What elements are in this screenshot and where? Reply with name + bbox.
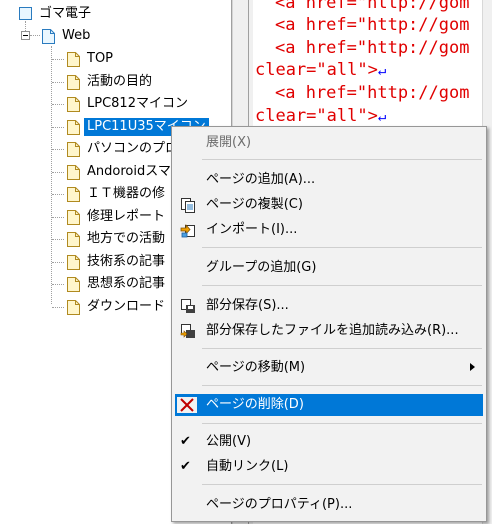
menu-separator	[202, 159, 482, 160]
menu-separator	[202, 285, 482, 286]
tree-folder-web[interactable]: Web	[42, 26, 93, 46]
page-icon	[67, 141, 80, 157]
tree-page-node[interactable]: LPC812マイコン	[67, 94, 191, 114]
page-icon	[67, 51, 80, 67]
tree-root-node[interactable]: ゴマ電子	[19, 4, 94, 24]
tree-line	[52, 262, 64, 263]
tree-page-label: 修理レポート	[87, 209, 166, 224]
folder-page-icon	[42, 28, 55, 44]
page-icon	[67, 164, 80, 180]
code-text: <a href="http://gom	[275, 83, 470, 103]
line-feed-icon: ↵	[377, 109, 387, 125]
code-line: clear="all">↵	[255, 59, 386, 82]
code-text: clear="all">	[255, 60, 378, 80]
tree-line	[52, 239, 64, 240]
menu-item-page-properties[interactable]: ページのプロパティ(P)...	[175, 494, 483, 516]
tree-page-label: 技術系の記事	[87, 254, 166, 269]
menu-item-publish[interactable]: ✔ 公開(V)	[175, 431, 483, 453]
tree-page-label: ダウンロード	[87, 299, 166, 314]
code-line: <a href="http://gom	[275, 82, 469, 104]
menu-item-move-page[interactable]: ページの移動(M)	[175, 357, 483, 379]
tree-line	[52, 104, 64, 105]
partial-load-icon	[180, 323, 196, 339]
project-icon	[19, 6, 32, 22]
tree-page-node[interactable]: 技術系の記事	[67, 252, 168, 272]
tree-line	[52, 59, 64, 60]
menu-item-auto-link[interactable]: ✔ 自動リンク(L)	[175, 456, 483, 478]
menu-item-expand[interactable]: 展開(X)	[175, 132, 483, 154]
duplicate-icon	[180, 197, 196, 213]
line-feed-icon: ↵	[377, 63, 387, 79]
code-line: <a href="http://gom	[275, 37, 469, 59]
tree-folder-label: Web	[62, 28, 91, 43]
page-icon	[67, 74, 80, 90]
check-icon: ✔	[180, 434, 191, 449]
import-icon	[180, 222, 196, 238]
tree-line	[52, 149, 64, 150]
page-icon	[67, 96, 80, 112]
tree-page-node[interactable]: ダウンロード	[67, 297, 168, 317]
menu-item-add-group[interactable]: グループの追加(G)	[175, 257, 483, 279]
page-icon	[67, 299, 80, 315]
menu-item-partial-save[interactable]: 部分保存(S)...	[175, 295, 483, 317]
code-text: <a href="http://gom	[275, 15, 470, 35]
tree-page-node[interactable]: 地方での活動	[67, 229, 168, 249]
tree-line	[52, 284, 64, 285]
code-text: <a href="http://gom	[275, 38, 470, 58]
tree-line	[52, 82, 64, 83]
tree-page-node[interactable]: パソコンのプロ	[67, 139, 181, 159]
context-menu: 展開(X) ページの追加(A)... ページの複製(C) インポート(I)...…	[171, 126, 487, 522]
tree-line	[52, 217, 64, 218]
page-icon	[67, 276, 80, 292]
code-line: clear="all">↵	[255, 105, 386, 128]
collapse-toggle[interactable]	[21, 31, 30, 40]
menu-separator	[202, 247, 482, 248]
menu-separator	[202, 484, 482, 485]
menu-separator	[202, 423, 482, 424]
tree-page-node[interactable]: TOP	[67, 49, 116, 69]
tree-page-node[interactable]: ＩＴ機器の修	[67, 184, 168, 204]
menu-separator	[202, 348, 482, 349]
tree-page-label: 思想系の記事	[87, 276, 166, 291]
tree-page-label: Andoroidスマ	[87, 164, 171, 179]
page-icon	[67, 254, 80, 270]
tree-page-label: 活動の目的	[87, 74, 153, 89]
tree-line	[52, 172, 64, 173]
page-icon	[67, 119, 80, 135]
menu-item-add-page[interactable]: ページの追加(A)...	[175, 169, 483, 191]
page-icon	[67, 209, 80, 225]
menu-separator	[202, 385, 482, 386]
partial-save-icon	[180, 298, 196, 314]
tree-line	[52, 127, 64, 128]
menu-item-duplicate-page[interactable]: ページの複製(C)	[175, 194, 483, 216]
code-text: clear="all">	[255, 106, 378, 126]
page-icon	[67, 231, 80, 247]
tree-line	[52, 194, 64, 195]
tree-page-node[interactable]: 活動の目的	[67, 72, 155, 92]
tree-page-node[interactable]: 思想系の記事	[67, 274, 168, 294]
tree-page-label: 地方での活動	[87, 231, 166, 246]
tree-page-node[interactable]: Andoroidスマ	[67, 162, 174, 182]
submenu-arrow-icon	[470, 363, 475, 371]
check-icon: ✔	[180, 459, 191, 474]
menu-item-partial-load[interactable]: 部分保存したファイルを追加読み込み(R)...	[175, 320, 483, 342]
tree-line	[30, 35, 40, 36]
tree-line	[52, 307, 64, 308]
tree-page-label: LPC812マイコン	[87, 96, 188, 111]
page-icon	[67, 186, 80, 202]
tree-page-label: ＩＴ機器の修	[87, 186, 166, 201]
tree-page-label: TOP	[87, 51, 114, 66]
delete-x-icon	[177, 397, 197, 413]
tree-page-node[interactable]: 修理レポート	[67, 207, 168, 227]
tree-page-label: パソコンのプロ	[87, 141, 179, 156]
tree-line	[51, 46, 52, 304]
code-text: <a href="http://gom	[275, 0, 470, 13]
menu-item-import[interactable]: インポート(I)...	[175, 219, 483, 241]
code-line: <a href="http://gom	[275, 14, 469, 36]
tree-root-label: ゴマ電子	[39, 6, 92, 21]
code-line: <a href="http://gom	[275, 0, 469, 14]
menu-item-delete-page[interactable]: ページの削除(D)	[175, 394, 483, 416]
